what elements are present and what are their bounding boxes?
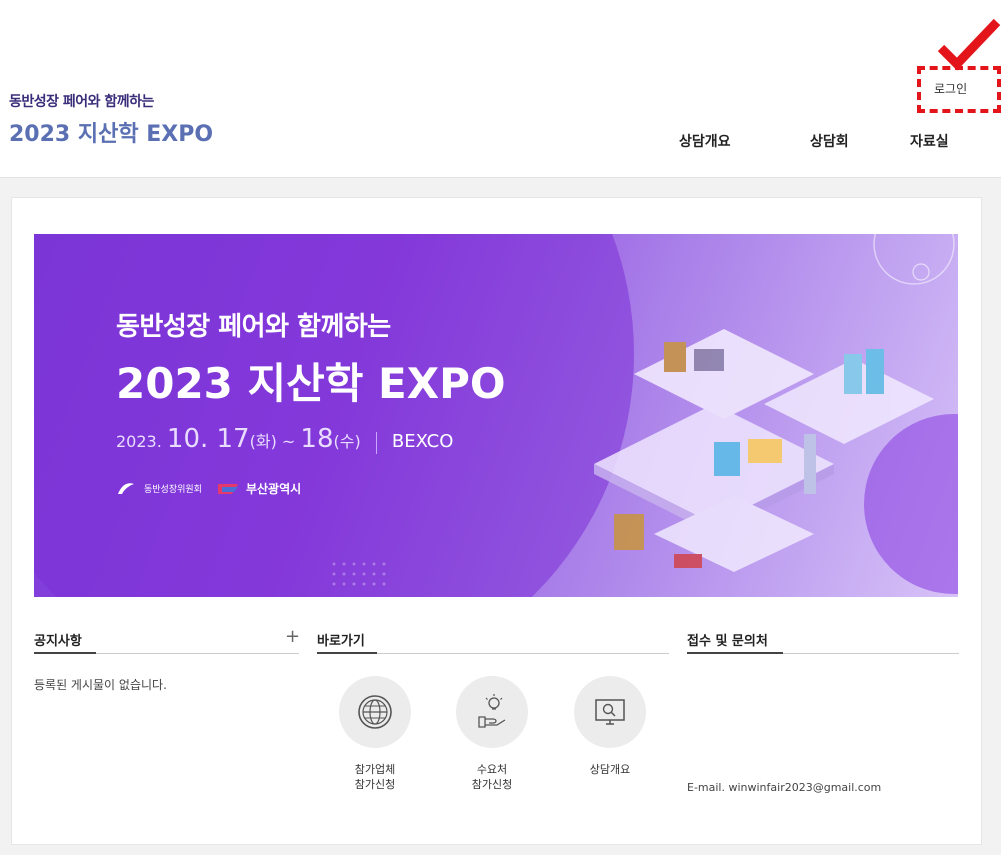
notice-empty-message: 등록된 게시물이 없습니다. bbox=[34, 678, 167, 692]
busan-city-logo-icon bbox=[217, 483, 238, 494]
notice-title: 공지사항 bbox=[34, 634, 82, 649]
org-busan-city: 부산광역시 bbox=[245, 482, 302, 496]
notice-more-button[interactable]: + bbox=[285, 626, 300, 647]
globe-icon bbox=[358, 695, 392, 729]
winwin-committee-logo-icon bbox=[118, 482, 134, 494]
monitor-search-icon bbox=[595, 699, 625, 725]
quick-link-circle[interactable] bbox=[456, 676, 528, 748]
banner-subtitle: 동반성장 페어와 함께하는 bbox=[116, 312, 391, 342]
banner-decoration bbox=[34, 234, 958, 597]
org-winwin-committee: 동반성장위원회 bbox=[144, 485, 202, 495]
expo-banner[interactable]: 동반성장 페어와 함께하는 2023 지산학 EXPO 2023. 10. 17… bbox=[34, 234, 958, 597]
banner-date-day1: 10. 17 bbox=[166, 424, 250, 454]
banner-date-day1-dow: (화) bbox=[249, 432, 277, 451]
banner-date-tilde: ~ bbox=[276, 432, 301, 451]
quick-link-circle[interactable] bbox=[574, 676, 646, 748]
login-link[interactable]: 로그인 bbox=[934, 80, 967, 97]
logo-subtitle[interactable]: 동반성장 페어와 함께하는 bbox=[9, 91, 154, 111]
banner-date-separator bbox=[375, 431, 377, 454]
quick-link-buyer-apply[interactable]: 수요처 참가신청 bbox=[442, 676, 542, 792]
quick-link-consult-overview[interactable]: 상담개요 bbox=[560, 676, 660, 777]
banner-date-year: 2023. bbox=[116, 432, 162, 451]
quick-links-title: 바로가기 bbox=[317, 634, 365, 649]
banner-date: 2023. 10. 17(화) ~ 18(수) BEXCO bbox=[116, 424, 453, 454]
logo-title[interactable]: 2023 지산학 EXPO bbox=[9, 116, 213, 148]
notice-divider bbox=[34, 652, 299, 654]
quick-links-divider bbox=[317, 652, 669, 654]
quick-link-label[interactable]: 상담개요 bbox=[560, 762, 660, 777]
banner-venue: BEXCO bbox=[391, 431, 454, 452]
nav-archive[interactable]: 자료실 bbox=[910, 131, 949, 151]
lightbulb-hand-icon bbox=[478, 694, 506, 728]
quick-link-label[interactable]: 참가업체 참가신청 bbox=[325, 762, 425, 792]
banner-organizers: 동반성장위원회 부산광역시 bbox=[116, 480, 301, 497]
contact-title: 접수 및 문의처 bbox=[687, 634, 768, 649]
quick-link-exhibitor-apply[interactable]: 참가업체 참가신청 bbox=[325, 676, 425, 792]
banner-title: 2023 지산학 EXPO bbox=[116, 359, 506, 408]
quick-link-circle[interactable] bbox=[339, 676, 411, 748]
contact-divider bbox=[687, 652, 959, 654]
banner-date-day2-dow: (수) bbox=[333, 432, 361, 451]
quick-link-label[interactable]: 수요처 참가신청 bbox=[442, 762, 542, 792]
nav-consult-overview[interactable]: 상담개요 bbox=[679, 131, 731, 151]
site-header: 동반성장 페어와 함께하는 2023 지산학 EXPO 로그인 상담개요 상담회… bbox=[0, 0, 1001, 178]
banner-date-day2: 18 bbox=[300, 424, 334, 454]
nav-consultation[interactable]: 상담회 bbox=[810, 131, 849, 151]
contact-email: E-mail. winwinfair2023@gmail.com bbox=[687, 781, 882, 794]
